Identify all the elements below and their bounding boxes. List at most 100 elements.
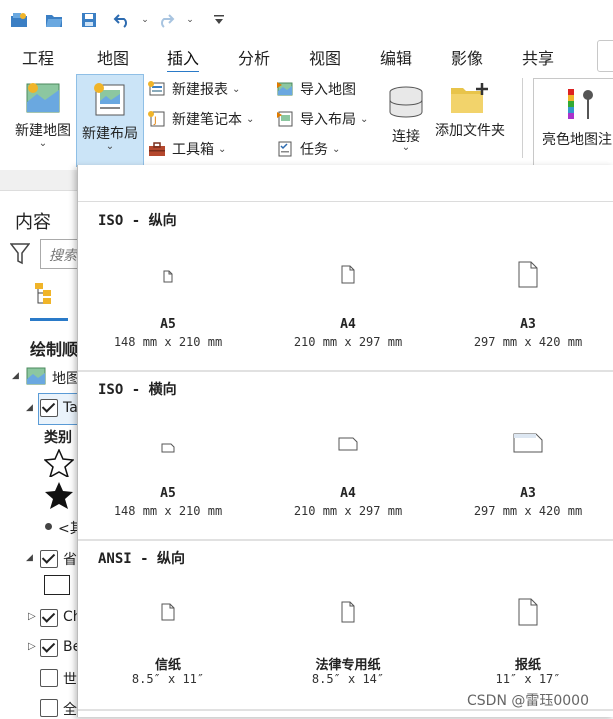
watermark-text: CSDN @雷珏0000 (467, 693, 589, 709)
layout-tile-iso-landscape-a3[interactable]: A3 297 mm x 420 mm (443, 405, 613, 525)
layer-ta-label: Ta (63, 400, 78, 416)
tab-analysis[interactable]: 分析 (238, 45, 270, 69)
customize-toolbar-icon[interactable] (209, 10, 229, 30)
database-icon (387, 86, 425, 124)
star-filled-icon (44, 481, 74, 513)
quick-access-toolbar: ⌄ ⌄ (0, 0, 613, 40)
expand-triangle-icon[interactable]: ▷ (28, 641, 36, 652)
layer-all-label: 全 (63, 702, 77, 718)
undo-dropdown-icon[interactable]: ⌄ (135, 10, 155, 30)
task-icon (275, 140, 295, 158)
layout-tile-ansi-legal[interactable]: 法律专用纸 8.5″ x 14″ (263, 575, 433, 695)
page-landscape-icon (161, 438, 175, 457)
gallery-top-bar (78, 165, 613, 202)
color-palette-icon (566, 87, 596, 127)
new-layout-gallery: ISO - 纵向 A5 148 mm x 210 mm A4 210 mm x … (77, 165, 613, 717)
collapse-triangle-icon[interactable]: ◢ (12, 371, 19, 381)
section-heading-iso-landscape: ISO - 横向 (98, 382, 177, 398)
notebook-icon: J (147, 110, 167, 128)
tab-edit[interactable]: 编辑 (380, 45, 412, 69)
report-icon (147, 80, 167, 98)
chevron-down-icon: ⌄ (232, 83, 241, 95)
import-map-button[interactable]: 导入地图 (275, 78, 356, 100)
polygon-symbol-icon (44, 575, 70, 595)
insert-ribbon: 新建地图 ⌄ 新建布局 ⌄ 新建报表 ⌄ J 新建笔记本 ⌄ 工具箱 ⌄ 导入地图 导… (0, 72, 613, 170)
new-map-icon (25, 80, 61, 120)
layer-visibility-checkbox[interactable] (40, 399, 58, 417)
new-notebook-button[interactable]: J 新建笔记本 ⌄ (147, 108, 254, 130)
tab-project[interactable]: 工程 (22, 45, 54, 69)
open-project-icon[interactable] (44, 10, 64, 30)
page-portrait-icon (518, 598, 538, 630)
section-divider (78, 539, 613, 541)
page-landscape-icon (338, 436, 358, 455)
redo-dropdown-icon[interactable]: ⌄ (180, 10, 200, 30)
tab-share[interactable]: 共享 (522, 45, 554, 69)
contents-title: 内容 (15, 212, 51, 233)
page-landscape-icon (513, 433, 543, 457)
tab-insert[interactable]: 插入 (167, 45, 200, 74)
layout-tile-iso-portrait-a3[interactable]: A3 297 mm x 420 mm (443, 235, 613, 355)
new-layout-icon (92, 81, 128, 121)
chevron-down-icon: ⌄ (246, 113, 255, 125)
chevron-down-icon: ⌄ (38, 138, 48, 149)
point-symbol-icon (45, 523, 52, 530)
page-portrait-icon (341, 601, 355, 627)
section-heading-ansi-portrait: ANSI - 纵向 (98, 551, 186, 567)
section-heading-iso-portrait: ISO - 纵向 (98, 213, 177, 229)
import-layout-button[interactable]: 导入布局 ⌄ (275, 108, 368, 130)
map-icon (26, 367, 46, 389)
svg-text:J: J (153, 116, 157, 126)
tab-view[interactable]: 视图 (309, 45, 341, 69)
undo-icon[interactable] (112, 10, 132, 30)
layer-visibility-checkbox[interactable] (40, 699, 58, 717)
map-item[interactable]: 地图 (52, 368, 80, 388)
layout-tile-iso-landscape-a4[interactable]: A4 210 mm x 297 mm (263, 405, 433, 525)
layer-visibility-checkbox[interactable] (40, 550, 58, 568)
tab-map[interactable]: 地图 (97, 45, 129, 69)
chevron-down-icon: ⌄ (360, 113, 369, 125)
command-search-box[interactable] (597, 40, 613, 72)
new-layout-button[interactable]: 新建布局 ⌄ (76, 74, 144, 167)
page-portrait-icon (341, 265, 355, 288)
task-button[interactable]: 任务 ⌄ (275, 138, 340, 160)
ribbon-tabs: 工程 地图 插入 分析 视图 编辑 影像 共享 (0, 40, 613, 74)
import-map-icon (275, 80, 295, 98)
star-outline-icon (43, 448, 75, 481)
toolbox-button[interactable]: 工具箱 ⌄ (147, 138, 226, 160)
section-divider (78, 370, 613, 372)
collapse-triangle-icon[interactable]: ◢ (26, 553, 33, 563)
chevron-down-icon: ⌄ (218, 143, 227, 155)
layout-tile-iso-landscape-a5[interactable]: A5 148 mm x 210 mm (83, 405, 253, 525)
layout-tile-ansi-tabloid[interactable]: 报纸 11″ x 17″ (443, 575, 613, 695)
page-portrait-icon (161, 603, 175, 625)
chevron-down-icon: ⌄ (332, 143, 341, 155)
filter-icon[interactable] (9, 243, 31, 269)
collapse-triangle-icon[interactable]: ◢ (26, 403, 33, 413)
layout-tile-iso-portrait-a5[interactable]: A5 148 mm x 210 mm (83, 235, 253, 355)
ribbon-separator (522, 78, 523, 158)
layer-visibility-checkbox[interactable] (40, 609, 58, 627)
page-portrait-icon (163, 268, 173, 287)
layer-visibility-checkbox[interactable] (40, 639, 58, 657)
tab-imagery[interactable]: 影像 (451, 45, 483, 69)
redo-icon[interactable] (156, 10, 176, 30)
new-report-button[interactable]: 新建报表 ⌄ (147, 78, 240, 100)
add-folder-button[interactable]: 添加文件夹 (430, 72, 510, 162)
page-portrait-icon (518, 261, 538, 292)
list-by-drawing-order-icon[interactable] (33, 281, 59, 309)
layer-world-label: 世 (63, 672, 77, 688)
active-view-indicator (30, 318, 68, 321)
chevron-down-icon: ⌄ (105, 141, 115, 152)
save-project-icon[interactable] (79, 10, 99, 30)
new-project-icon[interactable] (9, 10, 29, 30)
style-gallery[interactable]: 亮色地图注 (533, 78, 613, 166)
layout-tile-ansi-letter[interactable]: 信纸 8.5″ x 11″ (83, 575, 253, 695)
layer-visibility-checkbox[interactable] (40, 669, 58, 687)
layer-province-label: 省 (63, 552, 77, 568)
expand-triangle-icon[interactable]: ▷ (28, 611, 36, 622)
layout-tile-iso-portrait-a4[interactable]: A4 210 mm x 297 mm (263, 235, 433, 355)
category-label: 类别 (44, 430, 72, 446)
connect-button[interactable]: 连接 ⌄ (381, 72, 431, 162)
new-map-button[interactable]: 新建地图 ⌄ (8, 72, 78, 162)
